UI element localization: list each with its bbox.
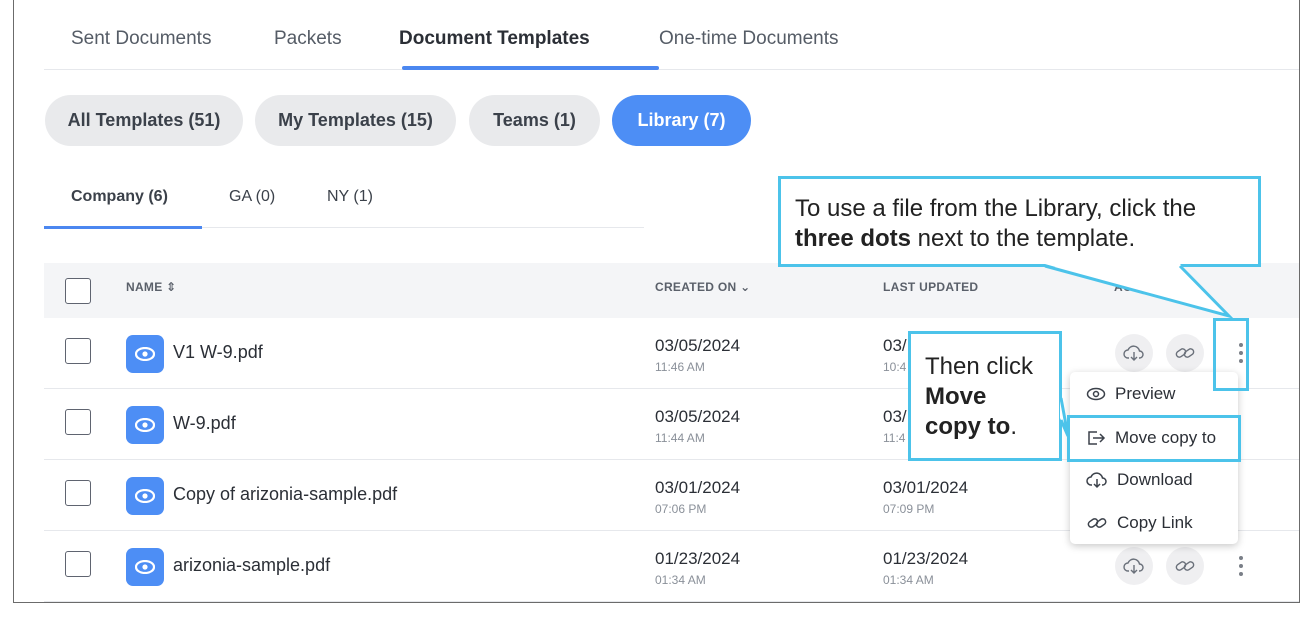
menu-item-label: Copy Link (1117, 512, 1193, 532)
cloud-download-icon (1086, 471, 1107, 488)
column-header-last-updated: LAST UPDATED (883, 280, 979, 294)
subtab-ga[interactable]: GA (0) (229, 188, 275, 206)
created-time: 11:44 AM (655, 431, 705, 445)
callout-bold-text: three dots (795, 225, 912, 252)
column-header-created-on[interactable]: CREATED ON ⌄ (655, 280, 750, 294)
move-copy-highlight (1067, 415, 1241, 462)
link-icon (1175, 561, 1195, 571)
tab-document-templates[interactable]: Document Templates (399, 28, 590, 50)
cloud-download-icon (1123, 345, 1144, 361)
row-checkbox[interactable] (65, 409, 91, 435)
tab-sent-documents[interactable]: Sent Documents (71, 28, 211, 50)
callout-text: . (1010, 413, 1018, 440)
preview-eye-icon[interactable] (126, 477, 164, 515)
link-icon (1175, 348, 1195, 358)
copy-link-button[interactable] (1166, 334, 1204, 372)
copy-link-button[interactable] (1166, 547, 1204, 585)
file-name[interactable]: V1 W-9.pdf (173, 342, 263, 363)
table-header: NAME ⇕ CREATED ON ⌄ LAST UPDATED AC (44, 263, 1299, 318)
more-options-icon[interactable] (1233, 551, 1249, 581)
created-time: 11:46 AM (655, 360, 705, 374)
created-date: 03/05/2024 (655, 336, 741, 355)
instruction-callout-move-copy: Then click Move copy to. (908, 331, 1062, 461)
library-sub-tabs: Company (6) GA (0) NY (1) (44, 170, 644, 229)
eye-icon (1086, 387, 1106, 400)
subtab-company[interactable]: Company (6) (71, 188, 168, 206)
updated-date: 01/23/2024 (883, 549, 969, 568)
created-date: 03/01/2024 (655, 478, 741, 497)
created-date: 03/05/2024 (655, 407, 741, 426)
cloud-download-icon (1123, 558, 1144, 574)
updated-date: 03/ (883, 407, 907, 426)
updated-time: 10:4 (883, 360, 907, 374)
preview-eye-icon[interactable] (126, 335, 164, 373)
download-button[interactable] (1115, 547, 1153, 585)
filter-teams[interactable]: Teams (1) (469, 95, 600, 146)
active-tab-indicator (402, 66, 659, 70)
tab-packets[interactable]: Packets (274, 28, 342, 50)
filter-my-templates[interactable]: My Templates (15) (255, 95, 456, 146)
callout-text: To use a file from the Library, click th… (795, 195, 1197, 222)
row-checkbox[interactable] (65, 551, 91, 577)
updated-date: 03/01/2024 (883, 478, 969, 497)
tab-one-time-documents[interactable]: One-time Documents (659, 28, 839, 50)
created-time: 07:06 PM (655, 502, 707, 516)
preview-eye-icon[interactable] (126, 548, 164, 586)
menu-item-download[interactable]: Download (1070, 458, 1238, 501)
filter-all-templates[interactable]: All Templates (51) (45, 95, 243, 146)
link-icon (1087, 517, 1107, 528)
callout-bold-text: Move copy to (925, 383, 1011, 440)
updated-time: 11:4 (883, 431, 906, 445)
menu-item-label: Preview (1115, 383, 1176, 403)
preview-eye-icon[interactable] (126, 406, 164, 444)
file-name[interactable]: W-9.pdf (173, 413, 236, 434)
menu-item-copy-link[interactable]: Copy Link (1070, 501, 1238, 544)
menu-item-label: Download (1117, 469, 1193, 489)
updated-time: 01:34 AM (883, 573, 934, 587)
file-name[interactable]: arizonia-sample.pdf (173, 555, 330, 576)
file-name[interactable]: Copy of arizonia-sample.pdf (173, 484, 397, 505)
filter-library[interactable]: Library (7) (612, 95, 751, 146)
created-date: 01/23/2024 (655, 549, 741, 568)
callout-text: Then click (925, 353, 1034, 380)
instruction-callout-main: To use a file from the Library, click th… (778, 176, 1261, 267)
row-checkbox[interactable] (65, 338, 91, 364)
column-header-name[interactable]: NAME ⇕ (126, 280, 177, 294)
updated-date: 03/ (883, 336, 907, 355)
active-subtab-indicator (44, 226, 202, 229)
select-all-checkbox[interactable] (65, 278, 91, 304)
three-dots-highlight (1213, 318, 1249, 391)
column-header-actions: AC (1114, 280, 1132, 294)
download-button[interactable] (1115, 334, 1153, 372)
callout-text: next to the template. (911, 225, 1136, 252)
updated-time: 07:09 PM (883, 502, 935, 516)
subtab-ny[interactable]: NY (1) (327, 188, 373, 206)
top-tab-bar: Sent Documents Packets Document Template… (44, 0, 1299, 70)
created-time: 01:34 AM (655, 573, 706, 587)
row-checkbox[interactable] (65, 480, 91, 506)
